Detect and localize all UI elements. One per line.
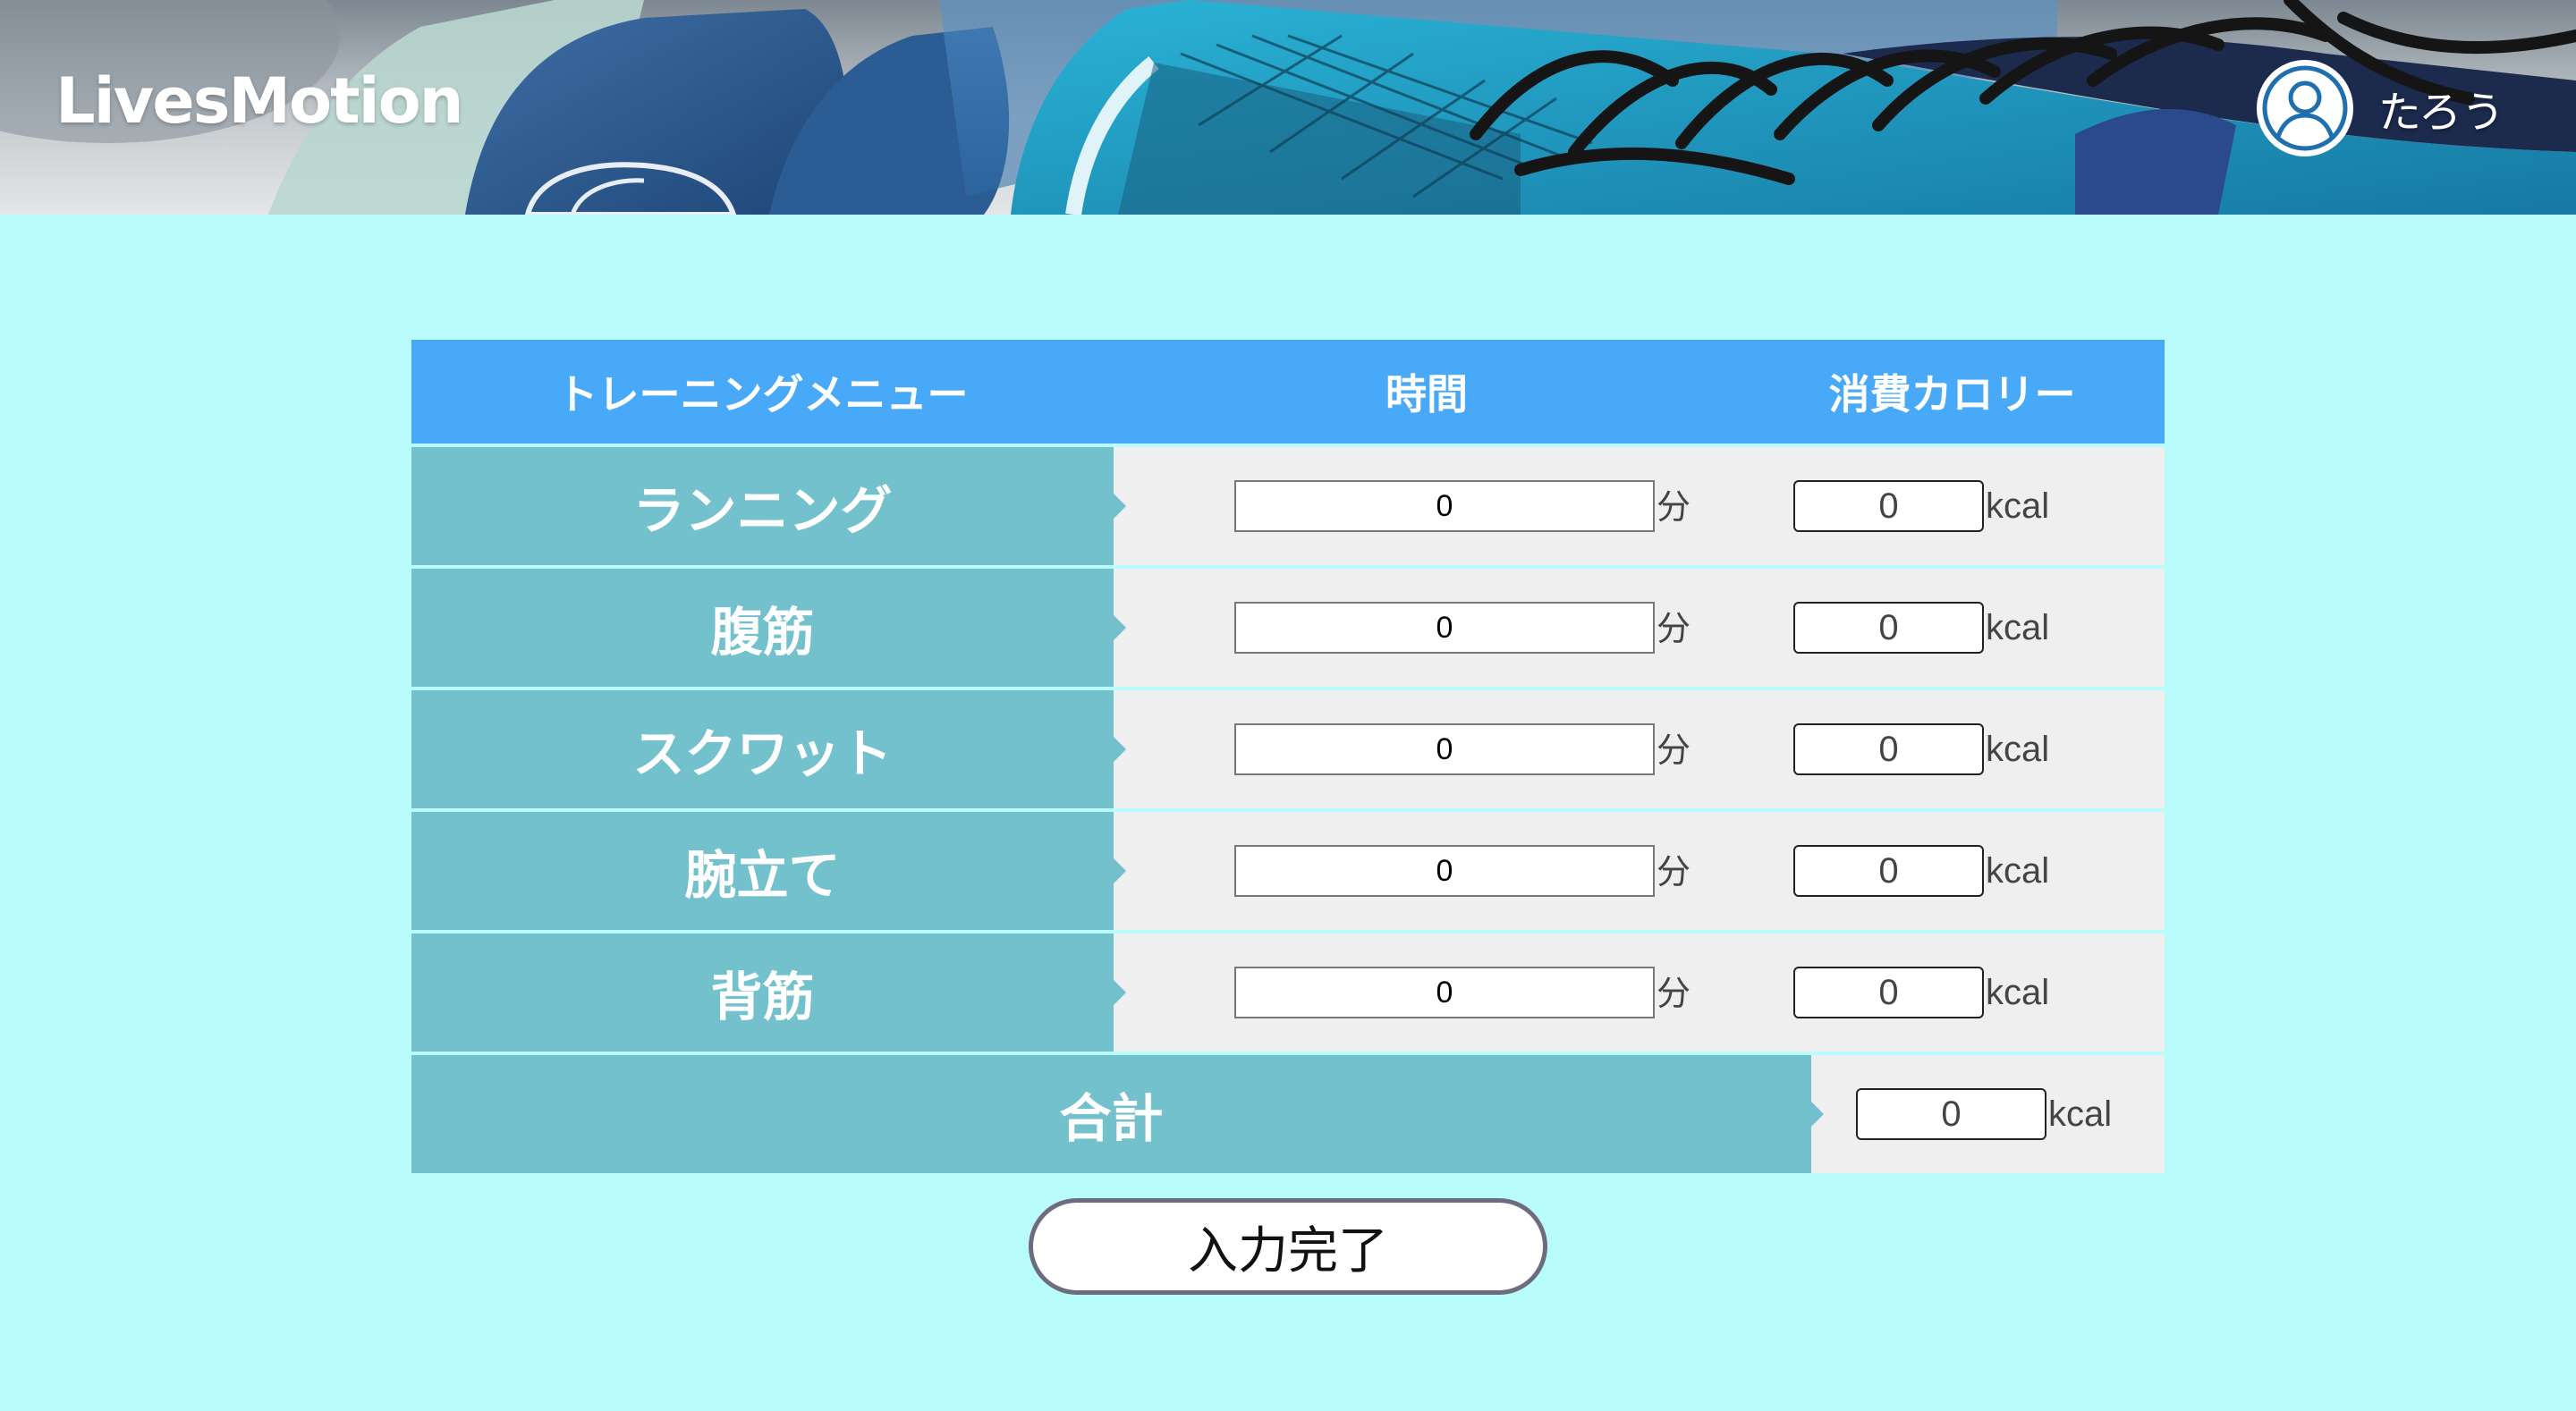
row-label: 腕立て (411, 812, 1126, 930)
minutes-input-squats[interactable] (1234, 723, 1655, 775)
user-name[interactable]: たろう (2378, 77, 2504, 139)
kcal-field-situps[interactable] (1793, 602, 1984, 654)
kcal-unit: kcal (1986, 486, 2050, 526)
training-table: トレーニングメニュー 時間 消費カロリー ランニング 分 kcal 腹筋 分 (411, 340, 2165, 1173)
row-label: 背筋 (411, 934, 1126, 1052)
user-menu[interactable]: たろう (2256, 59, 2504, 157)
kcal-unit: kcal (1986, 729, 2050, 769)
kcal-unit: kcal (1986, 850, 2050, 891)
minutes-unit: 分 (1657, 730, 1691, 770)
row-label: スクワット (411, 690, 1126, 808)
row-label: 腹筋 (411, 569, 1126, 687)
kcal-field-back-extension[interactable] (1793, 967, 1984, 1018)
table-row-running: ランニング 分 kcal (411, 447, 2165, 565)
table-header: トレーニングメニュー 時間 消費カロリー (411, 340, 2165, 444)
total-kcal-field[interactable] (1856, 1088, 2046, 1140)
kcal-field-running[interactable] (1793, 480, 1984, 532)
minutes-input-back-extension[interactable] (1234, 967, 1655, 1018)
table-row-squats: スクワット 分 kcal (411, 690, 2165, 808)
minutes-unit: 分 (1657, 486, 1691, 527)
minutes-unit: 分 (1657, 608, 1691, 648)
table-row-pushups: 腕立て 分 kcal (411, 812, 2165, 930)
minutes-input-running[interactable] (1234, 480, 1655, 532)
kcal-unit: kcal (1986, 972, 2050, 1012)
kcal-field-pushups[interactable] (1793, 845, 1984, 897)
kcal-field-squats[interactable] (1793, 723, 1984, 775)
row-label: ランニング (411, 447, 1126, 565)
header-training-menu: トレーニングメニュー (556, 370, 969, 418)
minutes-unit: 分 (1657, 973, 1691, 1013)
header-banner: LivesMotion たろう (0, 0, 2576, 215)
table-row-back-extension: 背筋 分 kcal (411, 934, 2165, 1052)
kcal-unit: kcal (1986, 607, 2050, 647)
total-label: 合計 (411, 1055, 1824, 1173)
submit-area: 入力完了 (1029, 1198, 1547, 1295)
minutes-unit: 分 (1657, 851, 1691, 891)
minutes-input-situps[interactable] (1234, 602, 1655, 654)
table-row-total: 合計 kcal (411, 1055, 2165, 1173)
kcal-unit: kcal (2048, 1094, 2113, 1134)
app-logo[interactable]: LivesMotion (55, 64, 463, 138)
minutes-input-pushups[interactable] (1234, 845, 1655, 897)
submit-button[interactable]: 入力完了 (1029, 1198, 1547, 1295)
table-row-situps: 腹筋 分 kcal (411, 569, 2165, 687)
header-time: 時間 (1385, 370, 1468, 418)
user-avatar-icon[interactable] (2256, 60, 2353, 156)
header-calories: 消費カロリー (1828, 370, 2076, 418)
